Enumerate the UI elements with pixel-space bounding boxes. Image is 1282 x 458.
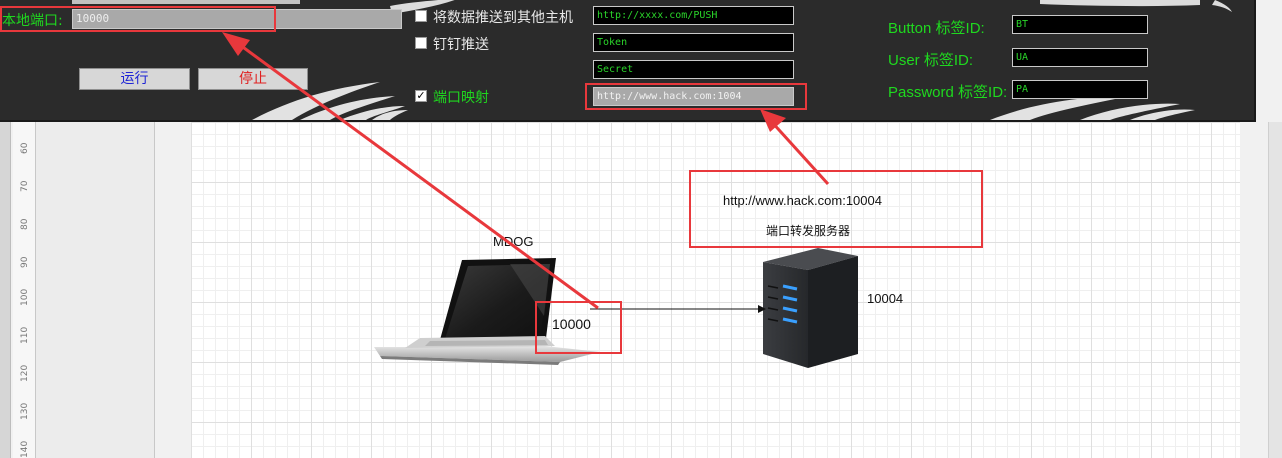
annotation-arrows: [222, 32, 830, 310]
annotation-arrow-to-mapping-url: [760, 109, 830, 186]
annotation-arrow-to-local-port: [222, 32, 599, 310]
